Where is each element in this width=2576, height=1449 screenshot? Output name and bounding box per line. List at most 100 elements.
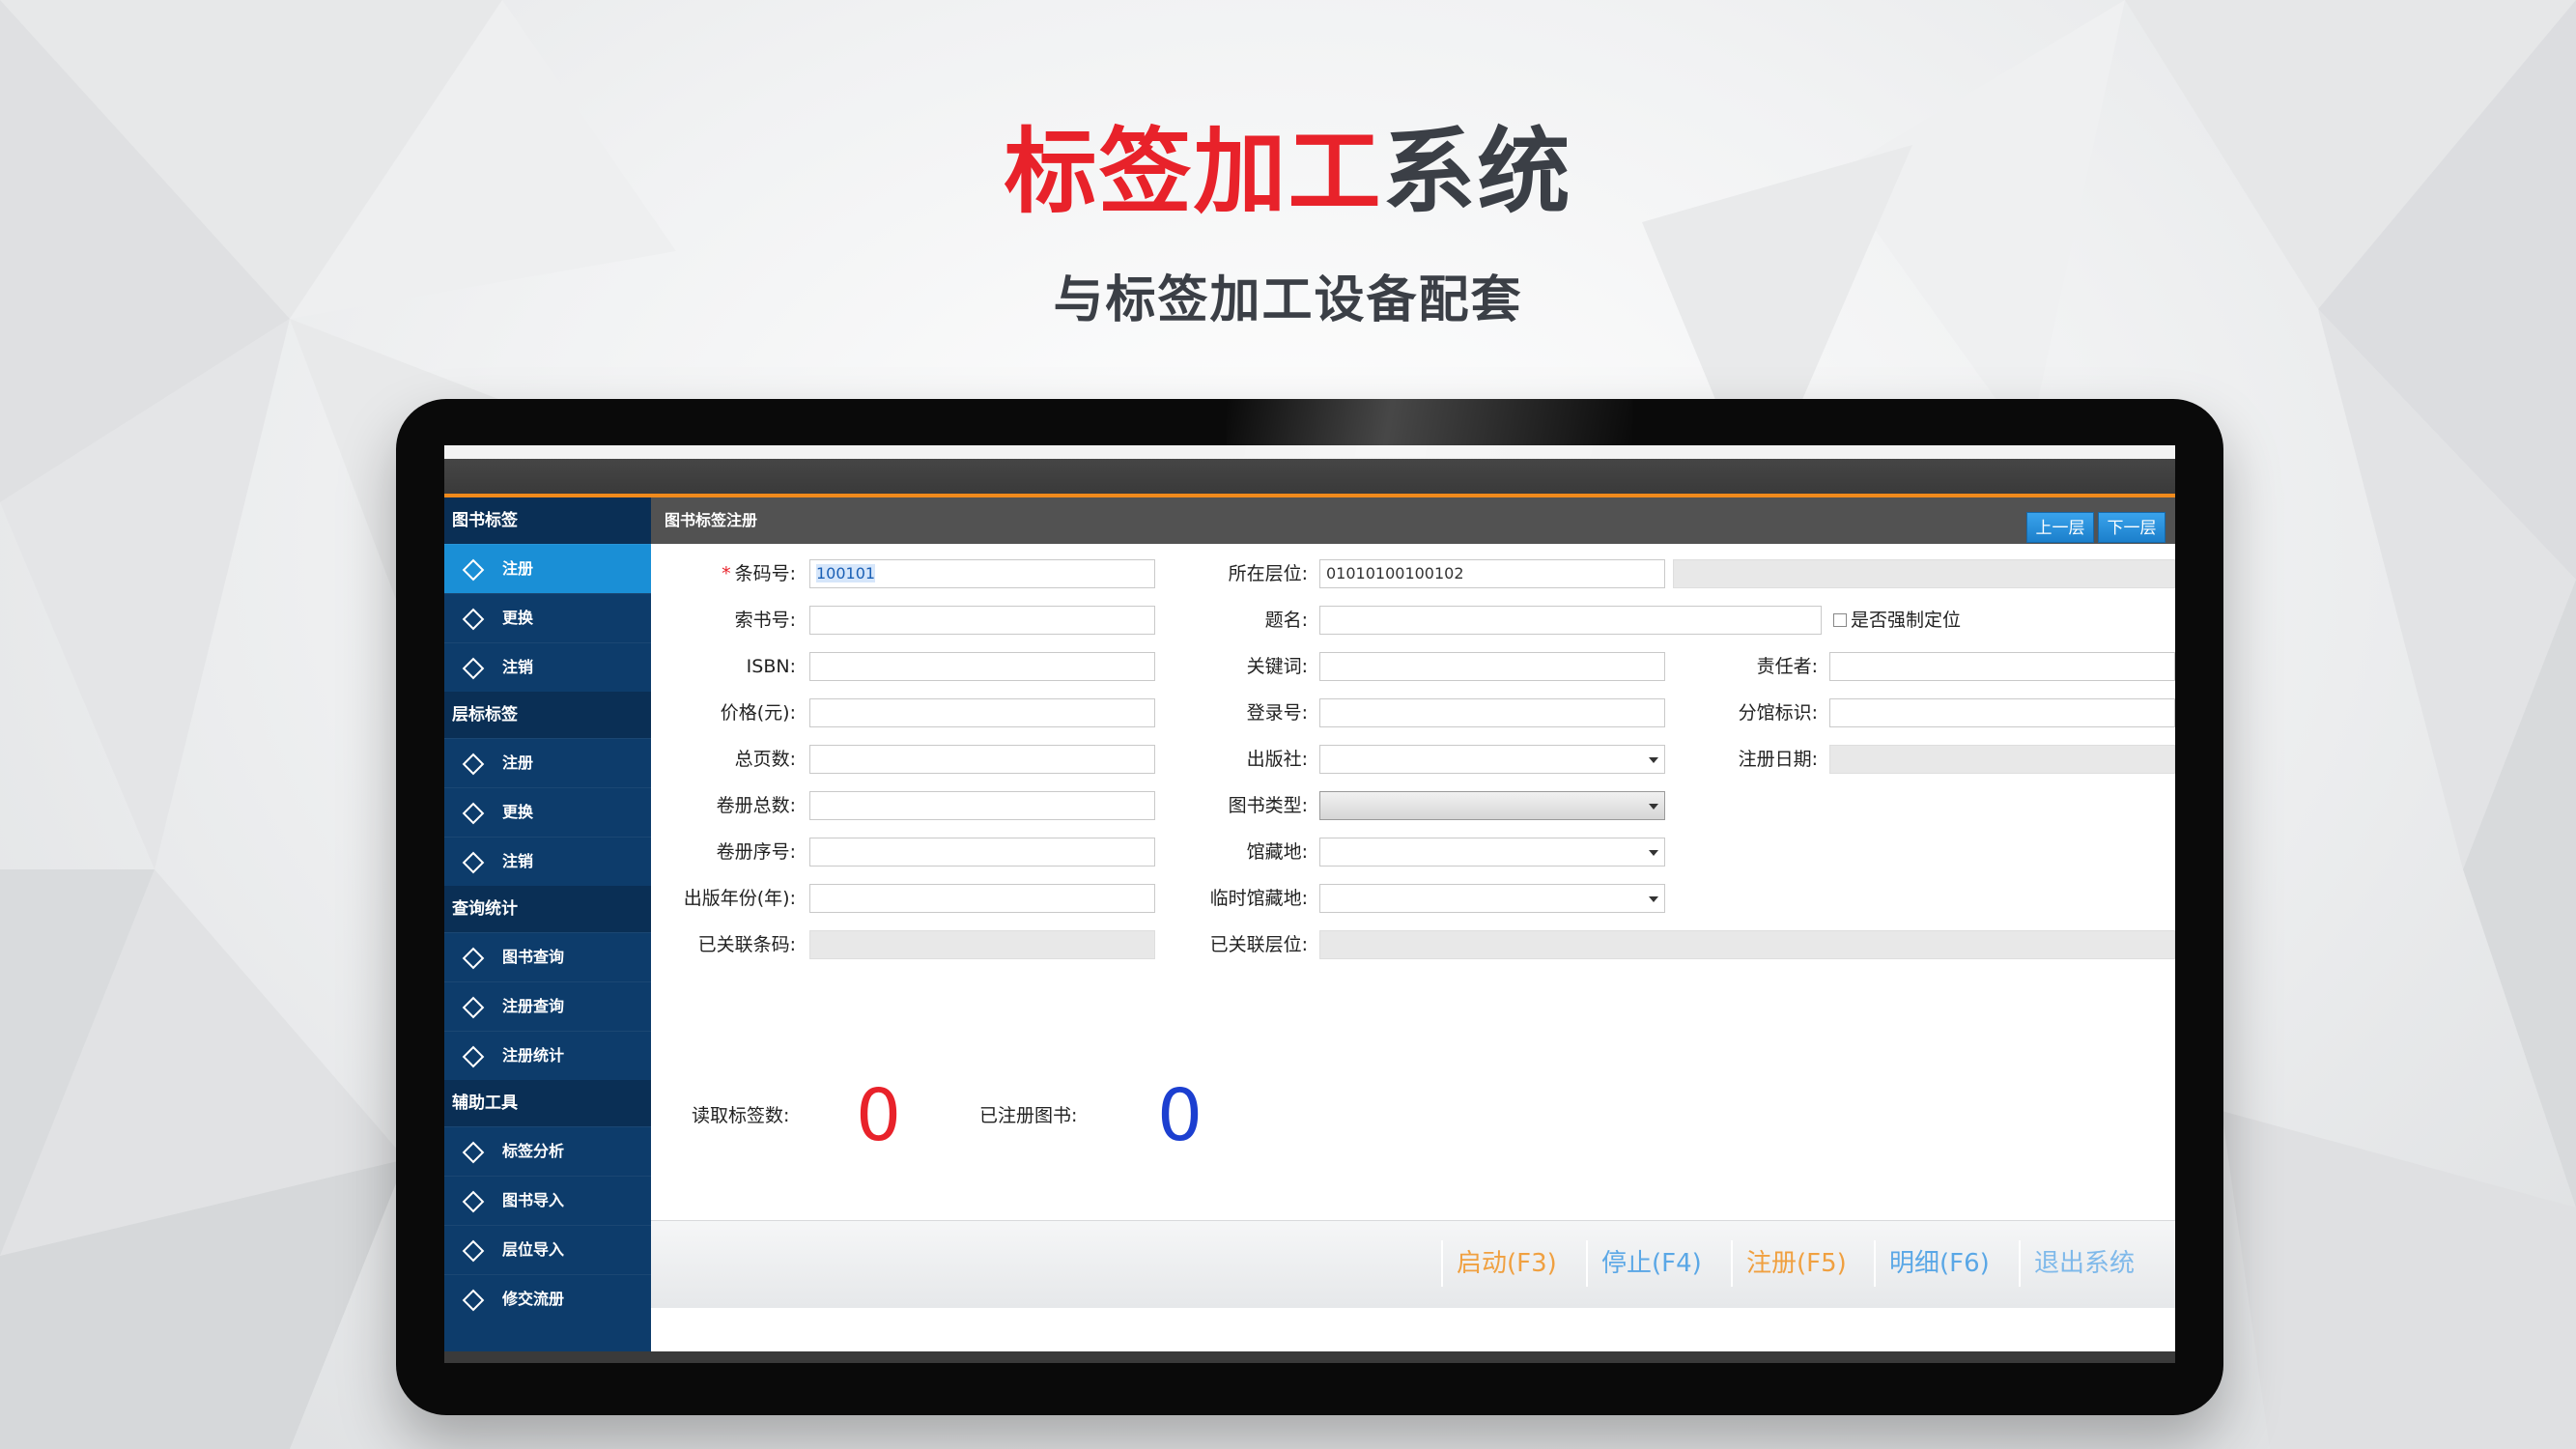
call-no-field[interactable] xyxy=(809,606,1155,635)
main-content: 图书标签注册 * 条码号: 100101 所在层位: 01010100100102… xyxy=(651,497,2175,1363)
sidebar-item-shelf-register[interactable]: 注册 xyxy=(444,738,651,787)
pub-year-field[interactable] xyxy=(809,884,1155,913)
start-button[interactable]: 启动(F3) xyxy=(1441,1240,1571,1287)
tags-read-count: 0 xyxy=(856,1074,902,1157)
volumes-field[interactable] xyxy=(809,791,1155,820)
sidebar-item-register-query[interactable]: 注册查询 xyxy=(444,981,651,1031)
linked-location-field xyxy=(1319,930,2175,959)
sidebar-item-shelf-cancel[interactable]: 注销 xyxy=(444,837,651,886)
barcode-label-text: 条码号: xyxy=(734,563,796,584)
pages-label: 总页数: xyxy=(734,749,796,770)
diamond-icon xyxy=(462,947,485,970)
chevron-down-icon xyxy=(1649,896,1658,902)
sidebar-item-label: 注册统计 xyxy=(502,1046,565,1065)
registered-count: 0 xyxy=(1157,1074,1203,1157)
sidebar-item-book-import[interactable]: 图书导入 xyxy=(444,1176,651,1225)
price-field[interactable] xyxy=(809,698,1155,727)
sidebar-item-label: 注销 xyxy=(502,852,534,870)
branch-label: 分馆标识: xyxy=(1738,702,1818,724)
sidebar-item-label: 注册 xyxy=(502,753,534,772)
sidebar-item-exchange[interactable]: 修交流册 xyxy=(444,1274,651,1323)
diamond-icon xyxy=(462,1141,485,1164)
reg-date-label: 注册日期: xyxy=(1738,749,1818,770)
page-headline: 标签加工系统 xyxy=(0,114,2576,230)
barcode-label: * 条码号: xyxy=(651,557,796,590)
diamond-icon xyxy=(462,1239,485,1263)
registered-label: 已注册图书: xyxy=(979,1105,1078,1126)
collection-label: 馆藏地: xyxy=(1246,841,1308,863)
required-icon: * xyxy=(722,563,731,584)
pages-field[interactable] xyxy=(809,745,1155,774)
keywords-field[interactable] xyxy=(1319,652,1665,681)
volumes-label: 卷册总数: xyxy=(716,795,796,816)
publisher-label: 出版社: xyxy=(1246,749,1308,770)
publisher-select[interactable] xyxy=(1319,745,1665,774)
topbar-strip xyxy=(444,445,2175,459)
sidebar-group-tools: 辅助工具 xyxy=(444,1080,651,1126)
sidebar-item-label: 修交流册 xyxy=(502,1290,565,1308)
headline-accent: 标签加工 xyxy=(1004,118,1383,226)
sidebar-item-label: 注册查询 xyxy=(502,997,565,1015)
location-field[interactable]: 01010100100102 xyxy=(1319,559,1665,588)
responsible-field[interactable] xyxy=(1829,652,2175,681)
sidebar-item-label: 更换 xyxy=(502,609,534,627)
screen-bottom-bar xyxy=(444,1351,2175,1363)
barcode-field[interactable]: 100101 xyxy=(809,559,1155,588)
diamond-icon xyxy=(462,1190,485,1213)
sidebar-item-tag-analysis[interactable]: 标签分析 xyxy=(444,1126,651,1176)
accession-field[interactable] xyxy=(1319,698,1665,727)
sidebar-item-label: 图书查询 xyxy=(502,948,565,966)
tags-read-label: 读取标签数: xyxy=(692,1105,790,1126)
chevron-down-icon xyxy=(1649,850,1658,856)
force-locate-label: 是否强制定位 xyxy=(1851,610,1962,631)
isbn-label: ISBN: xyxy=(746,656,796,677)
register-button[interactable]: 注册(F5) xyxy=(1731,1240,1860,1287)
temp-collection-select[interactable] xyxy=(1319,884,1665,913)
responsible-label: 责任者: xyxy=(1756,656,1818,677)
book-type-select[interactable] xyxy=(1319,791,1665,820)
call-no-label: 索书号: xyxy=(734,610,796,631)
volume-no-label: 卷册序号: xyxy=(716,841,796,863)
keywords-label: 关键词: xyxy=(1246,656,1308,677)
diamond-icon xyxy=(462,1045,485,1068)
reg-date-field xyxy=(1829,745,2175,774)
stop-button[interactable]: 停止(F4) xyxy=(1586,1240,1715,1287)
sidebar-item-shelf-replace[interactable]: 更换 xyxy=(444,787,651,837)
sidebar-item-label: 标签分析 xyxy=(502,1142,565,1160)
monitor-frame: 图书标签 注册 更换 注销 层标标签 注册 更换 注销 查询统计 图书查询 注册… xyxy=(396,399,2223,1415)
temp-collection-label: 临时馆藏地: xyxy=(1209,888,1308,909)
diamond-icon xyxy=(462,802,485,825)
diamond-icon xyxy=(462,558,485,582)
sidebar-item-book-register[interactable]: 注册 xyxy=(444,544,651,593)
headline-rest: 系统 xyxy=(1382,118,1572,226)
force-locate-checkbox[interactable] xyxy=(1833,613,1847,627)
branch-field[interactable] xyxy=(1829,698,2175,727)
linked-location-label: 已关联层位: xyxy=(1209,934,1308,955)
app-screen: 图书标签 注册 更换 注销 层标标签 注册 更换 注销 查询统计 图书查询 注册… xyxy=(444,445,2175,1363)
location-extra-field xyxy=(1673,559,2175,588)
detail-button[interactable]: 明细(F6) xyxy=(1874,1240,2003,1287)
sidebar-item-book-replace[interactable]: 更换 xyxy=(444,593,651,642)
sidebar-item-book-query[interactable]: 图书查询 xyxy=(444,932,651,981)
pub-year-label: 出版年份(年): xyxy=(683,888,796,909)
next-shelf-button[interactable]: 下一层 xyxy=(2098,512,2166,543)
volume-no-field[interactable] xyxy=(809,838,1155,867)
chevron-down-icon xyxy=(1649,757,1658,763)
sidebar-item-location-import[interactable]: 层位导入 xyxy=(444,1225,651,1274)
sidebar-item-book-cancel[interactable]: 注销 xyxy=(444,642,651,692)
diamond-icon xyxy=(462,1289,485,1312)
collection-select[interactable] xyxy=(1319,838,1665,867)
diamond-icon xyxy=(462,996,485,1019)
sidebar-group-query: 查询统计 xyxy=(444,886,651,932)
sidebar-item-label: 更换 xyxy=(502,803,534,821)
sidebar-group-shelf-tags: 层标标签 xyxy=(444,692,651,738)
isbn-field[interactable] xyxy=(809,652,1155,681)
diamond-icon xyxy=(462,851,485,874)
price-label: 价格(元): xyxy=(720,702,796,724)
location-label: 所在层位: xyxy=(1228,563,1308,584)
sidebar-item-register-stats[interactable]: 注册统计 xyxy=(444,1031,651,1080)
title-field[interactable] xyxy=(1319,606,1822,635)
content-title: 图书标签注册 xyxy=(651,497,2175,544)
exit-button[interactable]: 退出系统 xyxy=(2019,1240,2148,1287)
prev-shelf-button[interactable]: 上一层 xyxy=(2026,512,2094,543)
